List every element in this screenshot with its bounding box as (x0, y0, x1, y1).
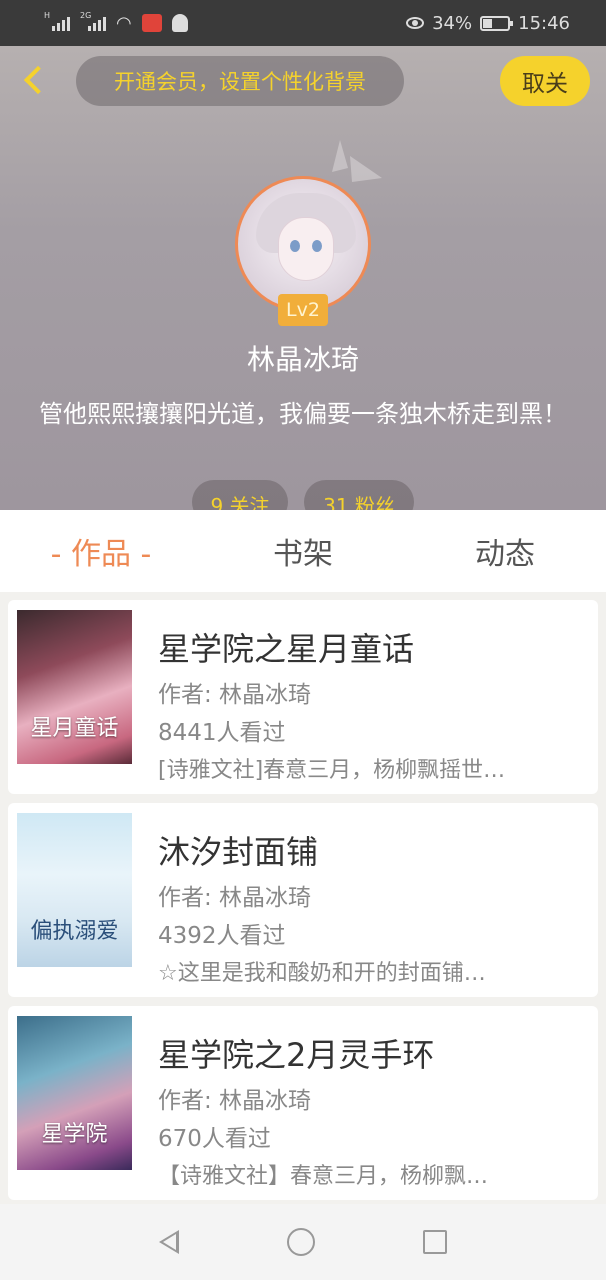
signal-label: H (44, 11, 51, 20)
work-author: 作者: 林晶冰琦 (158, 1088, 312, 1114)
app-notification-icon (141, 14, 162, 32)
qq-notification-icon (171, 14, 188, 32)
book-cover: 偏执溺爱 (17, 813, 132, 967)
status-left: H 2G ◠ (44, 11, 188, 34)
unfollow-button[interactable]: 取关 (500, 56, 590, 106)
battery-percent: 34% (432, 12, 473, 34)
work-card[interactable]: 星学院 星学院之2月灵手环 作者: 林晶冰琦 670人看过 【诗雅文社】春意三月… (8, 1006, 598, 1200)
cover-title: 偏执溺爱 (30, 919, 119, 944)
back-button[interactable] (14, 58, 54, 102)
work-description: [诗雅文社]春意三月，杨柳飘摇世… (158, 758, 506, 783)
signal-icon: H (44, 11, 70, 31)
work-description: ☆这里是我和酸奶和开的封面铺… (158, 961, 486, 986)
cover-title: 星学院 (41, 1122, 108, 1147)
battery-icon (480, 15, 514, 31)
profile-header: 开通会员，设置个性化背景 取关 Lv2 林晶冰琦 管他熙熙攘攘阳光道，我偏要一条… (0, 46, 606, 510)
status-bar: H 2G ◠ 34% 15:46 (0, 0, 606, 46)
avatar[interactable] (235, 176, 371, 312)
work-description: 【诗雅文社】春意三月，杨柳飘… (158, 1164, 489, 1189)
signal-icon-2: 2G (80, 11, 106, 31)
wifi-icon: ◠ (116, 12, 132, 34)
clock: 15:46 (518, 12, 570, 34)
eye-comfort-icon (406, 17, 425, 29)
username: 林晶冰琦 (246, 343, 359, 376)
work-card[interactable]: 偏执溺爱 沐汐封面铺 作者: 林晶冰琦 4392人看过 ☆这里是我和酸奶和开的封… (8, 803, 598, 997)
tab-bookshelf[interactable]: 书架 (202, 529, 404, 573)
work-title: 沐汐封面铺 (158, 833, 319, 871)
level-badge: Lv2 (278, 294, 328, 326)
nav-home-icon[interactable] (287, 1228, 315, 1256)
following-count[interactable]: 9 关注 (192, 480, 288, 510)
system-navigation-bar (0, 1204, 606, 1280)
nav-back-icon[interactable] (159, 1230, 179, 1254)
work-views: 670人看过 (158, 1126, 271, 1152)
work-title: 星学院之星月童话 (158, 630, 415, 668)
chevron-left-icon (23, 65, 53, 95)
vip-background-prompt[interactable]: 开通会员，设置个性化背景 (76, 56, 404, 106)
book-cover: 星月童话 (17, 610, 132, 764)
work-views: 4392人看过 (158, 923, 286, 949)
cover-title: 星月童话 (30, 716, 119, 741)
tab-works[interactable]: - 作品 - (0, 529, 202, 573)
status-right: 34% 15:46 (406, 13, 570, 34)
nav-recents-icon[interactable] (423, 1230, 447, 1254)
bio: 管他熙熙攘攘阳光道，我偏要一条独木桥走到黑！ (39, 400, 567, 428)
works-list: 星月童话 星学院之星月童话 作者: 林晶冰琦 8441人看过 [诗雅文社]春意三… (8, 600, 598, 1209)
work-author: 作者: 林晶冰琦 (158, 682, 312, 708)
tab-activity[interactable]: 动态 (404, 529, 606, 573)
profile-tabs: - 作品 - 书架 动态 (0, 510, 606, 592)
fans-count[interactable]: 31 粉丝 (304, 480, 414, 510)
signal-label-2: 2G (80, 11, 92, 20)
book-cover: 星学院 (17, 1016, 132, 1170)
work-title: 星学院之2月灵手环 (158, 1036, 435, 1074)
work-author: 作者: 林晶冰琦 (158, 885, 312, 911)
avatar-face (278, 217, 334, 281)
work-views: 8441人看过 (158, 720, 286, 746)
work-card[interactable]: 星月童话 星学院之星月童话 作者: 林晶冰琦 8441人看过 [诗雅文社]春意三… (8, 600, 598, 794)
